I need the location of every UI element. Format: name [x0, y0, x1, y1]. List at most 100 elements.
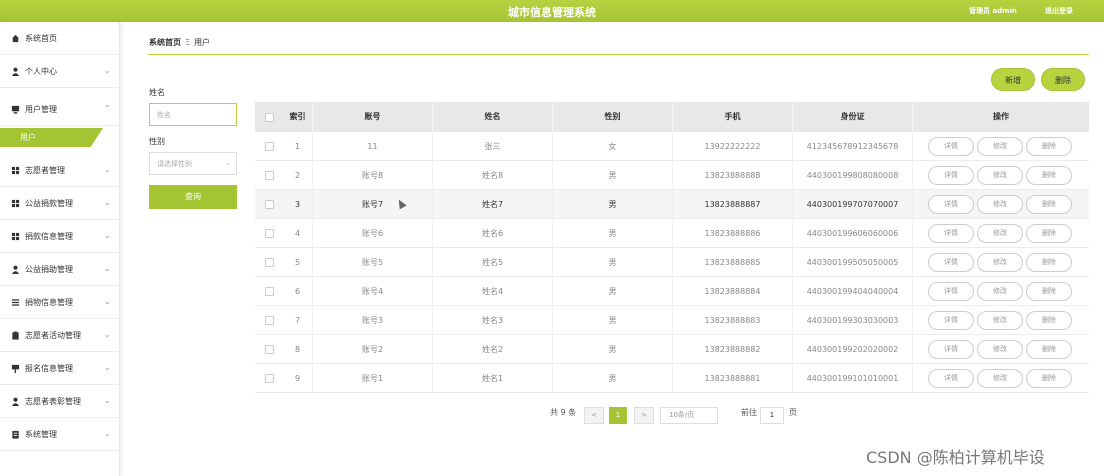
sidebar-item-label: 用户管理 [25, 105, 57, 114]
query-button[interactable]: 查询 [149, 185, 237, 209]
row-delete-button[interactable]: 删除 [1026, 253, 1072, 272]
gender-select[interactable]: 请选择性别 ⌄ [149, 152, 237, 175]
detail-button[interactable]: 详情 [928, 340, 974, 359]
sidebar-item-0[interactable]: 系统首页 [0, 22, 120, 55]
detail-button[interactable]: 详情 [928, 253, 974, 272]
name-input[interactable]: 姓名 [149, 103, 237, 126]
row-delete-button[interactable]: 删除 [1026, 340, 1072, 359]
sidebar-item-10[interactable]: 志愿者表彰管理 ⌄ [0, 385, 120, 418]
sidebar-item-5[interactable]: 捐款信息管理 ⌄ [0, 220, 120, 253]
cell-id-card: 440300199303030003 [793, 306, 913, 335]
detail-button[interactable]: 详情 [928, 195, 974, 214]
add-button[interactable]: 新增 [991, 68, 1035, 91]
sidebar: 系统首页 个人中心 ⌄ 用户管理 ⌃ 志愿者管理 ⌄ 公益捐款管理 ⌄ 捐款信息管理 ⌄ 公益捐助管理… [0, 22, 120, 476]
table-row: 6 账号4 姓名4 男 13823888884 440300199404040004 详情修… [255, 277, 1089, 306]
cell-name: 姓名8 [433, 161, 553, 190]
edit-button[interactable]: 修改 [977, 253, 1023, 272]
cell-phone: 13823888884 [673, 277, 793, 306]
sidebar-item-7[interactable]: 捐物信息管理 ⌄ [0, 286, 120, 319]
page-1-button[interactable]: 1 [609, 407, 627, 424]
edit-button[interactable]: 修改 [977, 195, 1023, 214]
row-delete-button[interactable]: 删除 [1026, 166, 1072, 185]
delete-button[interactable]: 删除 [1041, 68, 1085, 91]
goto-label: 前往 [741, 408, 757, 417]
home-icon [11, 34, 20, 43]
sidebar-subitem-user[interactable]: 用户 [0, 128, 103, 147]
cell-gender: 女 [553, 132, 673, 161]
edit-button[interactable]: 修改 [977, 282, 1023, 301]
row-delete-button[interactable]: 删除 [1026, 224, 1072, 243]
row-checkbox[interactable] [265, 229, 274, 238]
sidebar-item-4[interactable]: 公益捐款管理 ⌄ [0, 187, 120, 220]
prev-page-button[interactable]: < [584, 407, 604, 424]
cell-index: 9 [283, 364, 313, 393]
sidebar-item-2[interactable]: 用户管理 ⌃ [0, 93, 120, 126]
detail-button[interactable]: 详情 [928, 137, 974, 156]
select-all-checkbox[interactable] [265, 113, 274, 122]
row-checkbox[interactable] [265, 200, 274, 209]
cell-gender: 男 [553, 161, 673, 190]
detail-button[interactable]: 详情 [928, 369, 974, 388]
cell-name: 姓名1 [433, 364, 553, 393]
list-icon [11, 298, 20, 307]
edit-button[interactable]: 修改 [977, 340, 1023, 359]
detail-button[interactable]: 详情 [928, 282, 974, 301]
chevron-up-icon: ⌃ [104, 104, 111, 113]
row-delete-button[interactable]: 删除 [1026, 282, 1072, 301]
page-size-select[interactable]: 10条/页 [660, 407, 718, 424]
cell-phone: 13823888886 [673, 219, 793, 248]
cell-index: 4 [283, 219, 313, 248]
col-index: 索引 [283, 102, 313, 132]
row-checkbox[interactable] [265, 287, 274, 296]
cell-gender: 男 [553, 306, 673, 335]
sidebar-item-3[interactable]: 志愿者管理 ⌄ [0, 154, 120, 187]
next-page-button[interactable]: > [634, 407, 654, 424]
cell-phone: 13823888881 [673, 364, 793, 393]
edit-button[interactable]: 修改 [977, 137, 1023, 156]
col-phone: 手机 [673, 102, 793, 132]
edit-button[interactable]: 修改 [977, 311, 1023, 330]
row-delete-button[interactable]: 删除 [1026, 311, 1072, 330]
edit-button[interactable]: 修改 [977, 224, 1023, 243]
edit-button[interactable]: 修改 [977, 369, 1023, 388]
sidebar-item-label: 志愿者表彰管理 [25, 397, 81, 406]
detail-button[interactable]: 详情 [928, 166, 974, 185]
cell-account: 账号8 [313, 161, 433, 190]
sidebar-item-label: 志愿者管理 [25, 166, 65, 175]
breadcrumb-home[interactable]: 系统首页 [149, 38, 181, 47]
document-icon [11, 430, 20, 439]
cell-account: 账号6 [313, 219, 433, 248]
sidebar-item-8[interactable]: 志愿者活动管理 ⌄ [0, 319, 120, 352]
row-checkbox[interactable] [265, 374, 274, 383]
row-delete-button[interactable]: 删除 [1026, 195, 1072, 214]
cell-phone: 13922222222 [673, 132, 793, 161]
cell-id-card: 440300199606060006 [793, 219, 913, 248]
grid-icon [11, 199, 20, 208]
sidebar-item-11[interactable]: 系统管理 ⌄ [0, 418, 120, 451]
cell-name: 姓名6 [433, 219, 553, 248]
sidebar-item-6[interactable]: 公益捐助管理 ⌄ [0, 253, 120, 286]
detail-button[interactable]: 详情 [928, 224, 974, 243]
sidebar-item-1[interactable]: 个人中心 ⌄ [0, 55, 120, 88]
row-delete-button[interactable]: 删除 [1026, 369, 1072, 388]
chevron-down-icon: ⌄ [104, 264, 111, 273]
chevron-down-icon: ⌄ [104, 363, 111, 372]
edit-button[interactable]: 修改 [977, 166, 1023, 185]
row-checkbox[interactable] [265, 316, 274, 325]
cell-account: 账号5 [313, 248, 433, 277]
cell-gender: 男 [553, 364, 673, 393]
row-delete-button[interactable]: 删除 [1026, 137, 1072, 156]
table-row: 7 账号3 姓名3 男 13823888883 440300199303030003 详情修… [255, 306, 1089, 335]
cell-phone: 13823888888 [673, 161, 793, 190]
row-checkbox[interactable] [265, 171, 274, 180]
detail-button[interactable]: 详情 [928, 311, 974, 330]
row-checkbox[interactable] [265, 142, 274, 151]
goto-page-input[interactable]: 1 [760, 407, 784, 424]
row-checkbox[interactable] [265, 258, 274, 267]
cell-name: 姓名2 [433, 335, 553, 364]
cell-account: 账号2 [313, 335, 433, 364]
pager-total: 共 9 条 [550, 408, 577, 417]
logout-link[interactable]: 退出登录 [1045, 6, 1073, 16]
row-checkbox[interactable] [265, 345, 274, 354]
sidebar-item-9[interactable]: 报名信息管理 ⌄ [0, 352, 120, 385]
